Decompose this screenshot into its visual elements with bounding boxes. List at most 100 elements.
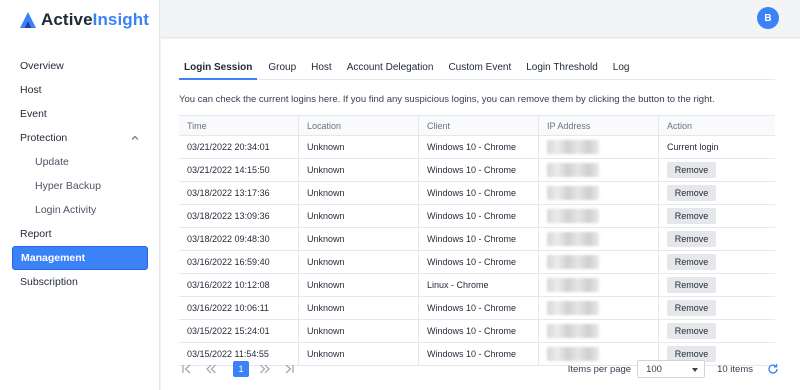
column-header-client: Client [419,116,539,135]
cell-time: 03/18/2022 09:48:30 [179,228,299,250]
cell-time: 03/16/2022 10:06:11 [179,297,299,319]
cell-client: Windows 10 - Chrome [419,297,539,319]
cell-client: Windows 10 - Chrome [419,228,539,250]
cell-client: Windows 10 - Chrome [419,182,539,204]
sidebar-item-label: Protection [20,132,68,144]
sidebar-item-label: Report [20,228,52,240]
current-login-label: Current login [667,142,719,152]
cell-client: Windows 10 - Chrome [419,136,539,158]
cell-ip-address [539,297,659,319]
top-bar: B [161,0,800,38]
cell-location: Unknown [299,205,419,227]
cell-time: 03/21/2022 14:15:50 [179,159,299,181]
cell-location: Unknown [299,274,419,296]
total-items-count: 10 items [717,363,753,375]
sidebar-item-protection[interactable]: Protection [12,126,148,150]
cell-time: 03/18/2022 13:09:36 [179,205,299,227]
cell-action: Remove [659,159,775,181]
logo-text-primary: Active [41,10,93,29]
next-page-icon[interactable] [257,361,273,377]
previous-page-icon[interactable] [203,361,219,377]
tab-login-threshold[interactable]: Login Threshold [526,56,598,80]
redacted-ip [547,186,599,200]
cell-action: Remove [659,182,775,204]
remove-button[interactable]: Remove [667,300,716,316]
table-row: 03/16/2022 10:06:11 Unknown Windows 10 -… [179,297,775,320]
cell-action: Remove [659,297,775,319]
remove-button[interactable]: Remove [667,162,716,178]
redacted-ip [547,140,599,154]
cell-action: Remove [659,228,775,250]
table-row: 03/16/2022 16:59:40 Unknown Windows 10 -… [179,251,775,274]
refresh-icon[interactable] [767,363,779,375]
pagination: 1 Items per page 100 10 items [179,357,779,381]
cell-time: 03/18/2022 13:17:36 [179,182,299,204]
cell-ip-address [539,320,659,342]
login-sessions-table: Time Location Client IP Address Action 0… [179,115,775,370]
sidebar: ActiveInsight Overview Host Event Protec… [0,0,160,390]
sidebar-item-report[interactable]: Report [12,222,148,246]
app-logo[interactable]: ActiveInsight [19,9,149,31]
cell-location: Unknown [299,159,419,181]
sidebar-item-hyper-backup[interactable]: Hyper Backup [12,174,148,198]
cell-action: Remove [659,205,775,227]
last-page-icon[interactable] [281,361,297,377]
redacted-ip [547,324,599,338]
table-row: 03/18/2022 09:48:30 Unknown Windows 10 -… [179,228,775,251]
sidebar-item-label: Hyper Backup [35,180,101,192]
sidebar-item-login-activity[interactable]: Login Activity [12,198,148,222]
tab-login-session[interactable]: Login Session [179,56,258,80]
column-header-ip-address: IP Address [539,116,659,135]
chevron-down-icon [692,368,699,372]
items-per-page-select[interactable]: 100 [637,360,706,378]
table-row: 03/21/2022 14:15:50 Unknown Windows 10 -… [179,159,775,182]
tab-bar: Login Session Group Host Account Delegat… [179,56,775,80]
first-page-icon[interactable] [179,361,195,377]
tab-host[interactable]: Host [311,56,332,80]
cell-ip-address [539,274,659,296]
remove-button[interactable]: Remove [667,323,716,339]
cell-location: Unknown [299,228,419,250]
cell-time: 03/16/2022 16:59:40 [179,251,299,273]
remove-button[interactable]: Remove [667,254,716,270]
column-header-location: Location [299,116,419,135]
sidebar-item-event[interactable]: Event [12,102,148,126]
current-page-button[interactable]: 1 [233,361,249,377]
remove-button[interactable]: Remove [667,231,716,247]
main-panel: Login Session Group Host Account Delegat… [161,39,800,390]
table-row: 03/18/2022 13:17:36 Unknown Windows 10 -… [179,182,775,205]
cell-action: Remove [659,251,775,273]
chevron-up-icon[interactable] [130,133,140,143]
cell-time: 03/15/2022 15:24:01 [179,320,299,342]
tab-account-delegation[interactable]: Account Delegation [347,56,434,80]
sidebar-item-management[interactable]: Management [12,246,148,270]
cell-time: 03/21/2022 20:34:01 [179,136,299,158]
sidebar-item-subscription[interactable]: Subscription [12,270,148,294]
tab-log[interactable]: Log [613,56,630,80]
pagination-controls: Items per page 100 10 items [568,357,779,381]
remove-button[interactable]: Remove [667,185,716,201]
remove-button[interactable]: Remove [667,208,716,224]
tab-custom-event[interactable]: Custom Event [448,56,511,80]
cell-time: 03/16/2022 10:12:08 [179,274,299,296]
sidebar-item-update[interactable]: Update [12,150,148,174]
logo-icon [20,12,36,28]
sidebar-item-label: Subscription [20,276,78,288]
cell-ip-address [539,251,659,273]
cell-client: Windows 10 - Chrome [419,205,539,227]
column-header-action: Action [667,120,693,131]
sidebar-item-label: Host [20,84,42,96]
sidebar-nav: Overview Host Event Protection Update Hy… [12,54,148,294]
cell-ip-address [539,159,659,181]
logo-text-accent: Insight [92,10,150,29]
cell-location: Unknown [299,136,419,158]
table-row: 03/21/2022 20:34:01 Unknown Windows 10 -… [179,136,775,159]
sidebar-item-host[interactable]: Host [12,78,148,102]
remove-button[interactable]: Remove [667,277,716,293]
sidebar-item-overview[interactable]: Overview [12,54,148,78]
items-per-page-value: 100 [646,363,662,375]
cell-location: Unknown [299,297,419,319]
table-header-row: Time Location Client IP Address Action [179,115,775,136]
tab-group[interactable]: Group [268,56,296,80]
avatar[interactable]: B [757,7,779,29]
